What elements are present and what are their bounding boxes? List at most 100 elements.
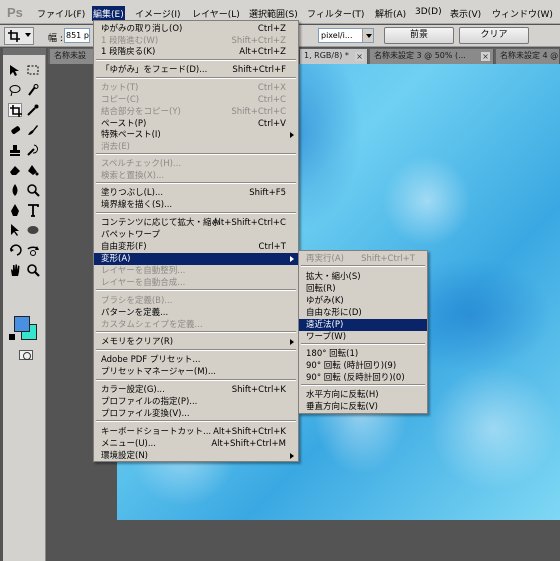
menu-window[interactable]: ウィンドウ(W) — [492, 7, 553, 20]
edit-menu-item[interactable]: 特殊ペースト(I) — [94, 129, 298, 141]
edit-menu-item[interactable]: ゆがみの取り消し(O) Ctrl+Z — [94, 23, 298, 35]
quick-select-icon[interactable] — [26, 83, 40, 97]
transform-menu-item[interactable]: ワープ(W) — [299, 331, 427, 343]
clear-button[interactable]: クリア — [459, 27, 529, 44]
menu-separator — [96, 212, 296, 214]
edit-menu-item[interactable]: メモリをクリア(R) — [94, 336, 298, 348]
close-icon[interactable]: × — [481, 52, 490, 61]
edit-menu-item[interactable]: 消去(E) — [94, 141, 298, 153]
eyedropper-icon[interactable] — [26, 103, 40, 117]
edit-menu-item[interactable]: カスタムシェイプを定義... — [94, 319, 298, 331]
tool-preset-picker[interactable] — [4, 27, 34, 45]
document-tab-active[interactable]: 1, RGB/8) * × — [300, 49, 368, 64]
edit-menu-item[interactable]: Adobe PDF プリセット... — [94, 354, 298, 366]
document-tab[interactable]: 名称未設 — [50, 49, 94, 64]
menu-file[interactable]: ファイル(F) — [37, 7, 85, 20]
type-icon[interactable] — [26, 203, 40, 217]
document-tab[interactable]: 名称未設定 3 @ 50% (... × — [370, 49, 494, 64]
clone-stamp-icon[interactable] — [8, 143, 22, 157]
shape-icon[interactable] — [26, 223, 40, 237]
dodge-icon[interactable] — [26, 183, 40, 197]
edit-menu-item[interactable]: レイヤーを自動整列... — [94, 265, 298, 277]
hand-icon[interactable] — [8, 263, 22, 277]
default-colors-icon[interactable] — [9, 334, 15, 340]
edit-menu-item[interactable]: 1 段階戻る(K) Alt+Ctrl+Z — [94, 46, 298, 58]
menu-item-label: コンテンツに応じて拡大・縮小 — [101, 218, 221, 228]
transform-menu-item[interactable]: 遠近法(P) — [299, 319, 427, 331]
path-select-icon[interactable] — [8, 223, 22, 237]
edit-menu-item[interactable]: パペットワープ — [94, 229, 298, 241]
edit-menu-item[interactable]: コピー(C) Ctrl+C — [94, 94, 298, 106]
front-image-button[interactable]: 前景 — [384, 27, 454, 44]
edit-menu-item[interactable]: 自由変形(F) Ctrl+T — [94, 241, 298, 253]
menu-separator — [301, 343, 425, 345]
brush-icon[interactable] — [26, 123, 40, 137]
edit-menu-item[interactable]: プロファイルの指定(P)... — [94, 396, 298, 408]
edit-menu-item[interactable]: メニュー(U)... Alt+Shift+Ctrl+M — [94, 438, 298, 450]
transform-menu-item[interactable]: 水平方向に反転(H) — [299, 389, 427, 401]
menu-item-label: Adobe PDF プリセット... — [101, 355, 201, 365]
edit-menu-item[interactable]: カラー設定(G)... Shift+Ctrl+K — [94, 384, 298, 396]
edit-menu-item[interactable]: プロファイル変換(V)... — [94, 408, 298, 420]
edit-menu-item[interactable]: 環境設定(N) — [94, 450, 298, 462]
edit-menu-item[interactable]: プリセットマネージャー(M)... — [94, 366, 298, 378]
eraser-icon[interactable] — [8, 163, 22, 177]
transform-menu-item[interactable]: 自由な形に(D) — [299, 307, 427, 319]
menu-layer[interactable]: レイヤー(L) — [192, 7, 240, 20]
menu-item-label: 拡大・縮小(S) — [306, 272, 361, 282]
edit-menu-item[interactable]: キーボードショートカット... Alt+Shift+Ctrl+K — [94, 426, 298, 438]
transform-menu-item[interactable]: 180° 回転(1) — [299, 348, 427, 360]
transform-menu-item[interactable]: ゆがみ(K) — [299, 295, 427, 307]
transform-menu-item[interactable]: 垂直方向に反転(V) — [299, 401, 427, 413]
crop-icon[interactable] — [8, 103, 22, 117]
menu-edit[interactable]: 編集(E) — [92, 6, 125, 21]
menu-item-label: プロファイル変換(V)... — [101, 409, 190, 419]
pen-icon[interactable] — [8, 203, 22, 217]
transform-menu-item[interactable]: 再実行(A) Shift+Ctrl+T — [299, 253, 427, 265]
gradient-icon[interactable] — [26, 163, 40, 177]
edit-menu-item[interactable]: 結合部分をコピー(Y) Shift+Ctrl+C — [94, 106, 298, 118]
move-icon[interactable] — [8, 63, 22, 77]
menu-item-shortcut: Shift+Ctrl+K — [231, 385, 286, 395]
transform-menu-item[interactable]: 拡大・縮小(S) — [299, 271, 427, 283]
foreground-color-swatch[interactable] — [14, 316, 30, 332]
resolution-unit-select[interactable]: pixel/i... — [318, 28, 374, 43]
edit-menu-item[interactable]: ブラシを定義(B)... — [94, 295, 298, 307]
edit-menu-item[interactable]: レイヤーを自動合成... — [94, 277, 298, 289]
menu-view[interactable]: 表示(V) — [450, 7, 481, 20]
edit-menu-item[interactable]: 境界線を描く(S)... — [94, 199, 298, 211]
menu-image[interactable]: イメージ(I) — [135, 7, 181, 20]
edit-menu-item[interactable]: スペルチェック(H)... — [94, 158, 298, 170]
close-icon[interactable]: × — [355, 52, 364, 61]
document-tab[interactable]: 名称未設定 4 @ 5 — [496, 49, 560, 64]
3d-rotate-icon[interactable] — [8, 243, 22, 257]
transform-menu-item[interactable]: 90° 回転 (時計回り)(9) — [299, 360, 427, 372]
transform-menu-item[interactable]: 回転(R) — [299, 283, 427, 295]
transform-menu-item[interactable]: 90° 回転 (反時計回り)(0) — [299, 372, 427, 384]
panel-grip[interactable] — [3, 48, 46, 55]
menu-separator — [96, 420, 296, 422]
edit-menu-item[interactable]: 変形(A) — [94, 253, 298, 265]
quick-mask-icon[interactable] — [19, 350, 33, 360]
edit-menu-item[interactable]: 「ゆがみ」をフェード(D)... Shift+Ctrl+F — [94, 64, 298, 76]
blur-icon[interactable] — [8, 183, 22, 197]
width-label: 幅 : — [48, 34, 63, 44]
menu-3d[interactable]: 3D(D) — [415, 7, 442, 17]
edit-menu-item[interactable]: カット(T) Ctrl+X — [94, 82, 298, 94]
edit-menu-item[interactable]: 検索と置換(X)... — [94, 170, 298, 182]
menu-select[interactable]: 選択範囲(S) — [249, 7, 298, 20]
menu-filter[interactable]: フィルター(T) — [307, 7, 364, 20]
healing-brush-icon[interactable] — [8, 123, 22, 137]
3d-camera-icon[interactable] — [26, 243, 40, 257]
edit-menu-item[interactable]: コンテンツに応じて拡大・縮小 Alt+Shift+Ctrl+C — [94, 217, 298, 229]
edit-menu-item[interactable]: パターンを定義... — [94, 307, 298, 319]
marquee-icon[interactable] — [26, 63, 40, 77]
edit-menu-item[interactable]: 塗りつぶし(L)... Shift+F5 — [94, 187, 298, 199]
zoom-icon[interactable] — [26, 263, 40, 277]
width-field[interactable]: 851 p — [64, 28, 90, 43]
menu-item-shortcut: Alt+Shift+Ctrl+K — [213, 427, 286, 437]
menu-separator — [96, 77, 296, 79]
history-brush-icon[interactable] — [26, 143, 40, 157]
menu-analysis[interactable]: 解析(A) — [375, 7, 406, 20]
lasso-icon[interactable] — [8, 83, 22, 97]
